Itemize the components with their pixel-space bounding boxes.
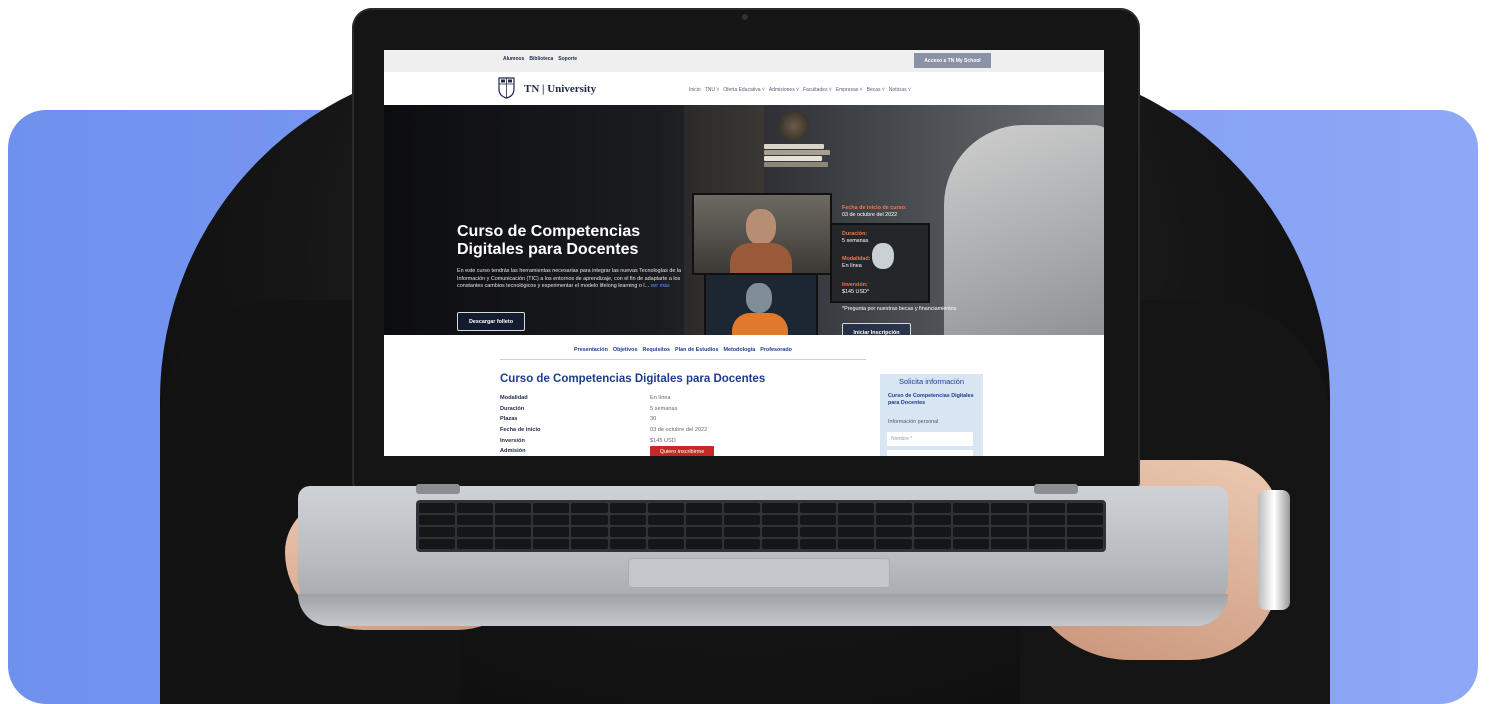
webcam-icon bbox=[742, 14, 748, 20]
hero-video-tile-1 bbox=[692, 193, 832, 275]
menu-item-tnu[interactable]: TNU ˅ bbox=[705, 87, 720, 93]
detail-row: Fecha de inicio 03 de octubre del 2022 bbox=[500, 427, 708, 434]
course-title: Curso de Competencias Digitales para Doc… bbox=[500, 373, 766, 385]
tab-profesorado[interactable]: Profesorado bbox=[760, 347, 792, 359]
menu-item-oferta-educativa[interactable]: Oferta Educativa ˅ bbox=[723, 87, 765, 93]
name-input[interactable]: Nombre * bbox=[887, 432, 973, 446]
tab-plan-de-estudios[interactable]: Plan de Estudios bbox=[675, 347, 718, 359]
laptop-base bbox=[298, 484, 1228, 626]
tab-objetivos[interactable]: Objetivos bbox=[613, 347, 638, 359]
form-heading: Solicita información bbox=[898, 377, 965, 386]
detail-row: Modalidad En línea bbox=[500, 395, 671, 402]
menu-item-facultades[interactable]: Facultades ˅ bbox=[803, 87, 832, 93]
laptop-front-edge bbox=[298, 594, 1228, 626]
main-menu: Inicio TNU ˅ Oferta Educativa ˅ Admision… bbox=[689, 87, 911, 93]
menu-item-admisiones[interactable]: Admisiones ˅ bbox=[769, 87, 799, 93]
keyboard bbox=[416, 500, 1106, 552]
start-enrollment-button[interactable]: Iniciar Inscripción bbox=[842, 323, 911, 335]
utility-link-biblioteca[interactable]: Biblioteca bbox=[529, 56, 553, 62]
trackpad bbox=[628, 558, 890, 588]
utility-link-alumnos[interactable]: Alumnos bbox=[503, 56, 524, 62]
hero-background-lamp bbox=[779, 111, 809, 141]
tab-requisitos[interactable]: Requisitos bbox=[642, 347, 670, 359]
detail-row: Inversión $145 USD bbox=[500, 437, 676, 444]
access-portal-button[interactable]: Acceso a TN My School bbox=[914, 53, 991, 68]
enroll-now-button[interactable]: Quiero inscribirme bbox=[650, 446, 714, 456]
hero-person-shoulder bbox=[944, 125, 1104, 335]
see-more-link[interactable]: ver más bbox=[651, 283, 670, 289]
info-modality: Modalidad: En línea bbox=[842, 256, 871, 269]
hero-title: Curso de Competencias Digitales para Doc… bbox=[457, 223, 641, 258]
laptop-screen: Alumnos Biblioteca Soporte Acceso a TN M… bbox=[384, 50, 1104, 456]
left-hinge bbox=[416, 484, 460, 494]
download-brochure-button[interactable]: Descargar folleto bbox=[457, 312, 525, 331]
menu-item-noticias[interactable]: Noticias ˅ bbox=[889, 87, 911, 93]
tab-metodologia[interactable]: Metodología bbox=[723, 347, 755, 359]
info-start-date: Fecha de inicio de curso: 03 de octubre … bbox=[842, 205, 907, 218]
hero-books-stack bbox=[764, 143, 834, 175]
section-tabs: Presentación Objetivos Requisitos Plan d… bbox=[500, 347, 866, 360]
utility-link-soporte[interactable]: Soporte bbox=[558, 56, 577, 62]
info-investment: Inversión: $145 USD* bbox=[842, 282, 869, 295]
right-hinge bbox=[1034, 484, 1078, 494]
utility-bar: Alumnos Biblioteca Soporte Acceso a TN M… bbox=[384, 50, 1104, 72]
detail-row: Duración 5 semanas bbox=[500, 405, 678, 412]
brand-logo-text[interactable]: TN | University bbox=[524, 83, 596, 95]
hero-video-tile-2 bbox=[704, 273, 818, 335]
form-section-label: Información personal bbox=[888, 419, 939, 425]
wristwatch bbox=[1258, 490, 1290, 610]
utility-links: Alumnos Biblioteca Soporte bbox=[503, 56, 577, 62]
hero-description: En este curso tendrás las herramientas n… bbox=[457, 268, 682, 290]
detail-row: Plazas 30 bbox=[500, 416, 657, 423]
next-input[interactable] bbox=[887, 450, 973, 456]
hero-banner: Curso de Competencias Digitales para Doc… bbox=[384, 105, 1104, 335]
info-request-form: Solicita información Curso de Competenci… bbox=[880, 374, 983, 456]
info-duration: Duración: 5 semanas bbox=[842, 231, 869, 244]
tab-presentacion[interactable]: Presentación bbox=[574, 347, 608, 359]
financing-note: *Pregunta por nuestras becas y financiam… bbox=[842, 306, 957, 312]
form-course-name: Curso de Competencias Digitales para Doc… bbox=[888, 393, 974, 406]
university-crest-icon[interactable] bbox=[498, 77, 515, 99]
main-navbar: TN | University Inicio TNU ˅ Oferta Educ… bbox=[384, 72, 1104, 106]
menu-item-inicio[interactable]: Inicio bbox=[689, 87, 701, 93]
menu-item-empresas[interactable]: Empresas ˅ bbox=[836, 87, 863, 93]
menu-item-becas[interactable]: Becas ˅ bbox=[867, 87, 885, 93]
